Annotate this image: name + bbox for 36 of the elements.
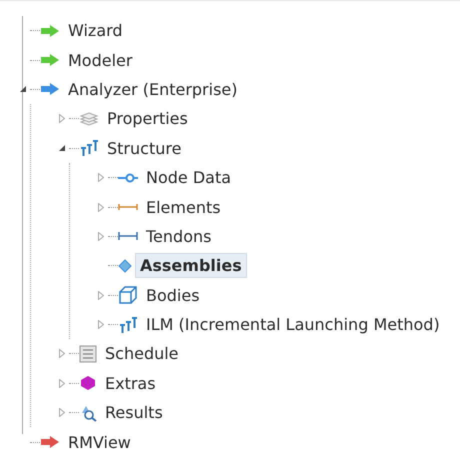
tree-item[interactable]: Tendons [141, 224, 216, 249]
tree-item[interactable]: Extras [100, 370, 161, 396]
tree-item[interactable]: Analyzer (Enterprise) [63, 76, 242, 102]
structure-icon [79, 139, 99, 158]
collapsed-triangle-icon[interactable] [98, 173, 104, 182]
diamond-icon [118, 258, 132, 273]
tree-item[interactable]: Node Data [141, 165, 236, 190]
collapsed-triangle-icon[interactable] [59, 349, 65, 358]
tree-item[interactable]: Elements [141, 194, 226, 220]
collapsed-triangle-icon[interactable] [98, 290, 104, 300]
magnifier-icon [79, 404, 97, 422]
collapsed-triangle-icon[interactable] [59, 408, 65, 418]
expanded-triangle-icon[interactable] [19, 85, 27, 94]
collapsed-triangle-icon[interactable] [98, 232, 104, 241]
tree-item[interactable]: Structure [102, 136, 186, 161]
tree-item[interactable]: Wizard [63, 18, 128, 44]
tree-item[interactable]: RMView [63, 430, 136, 449]
collapsed-triangle-icon[interactable] [98, 202, 104, 212]
layers-icon [79, 110, 99, 127]
collapsed-triangle-icon[interactable] [59, 114, 65, 124]
collapsed-triangle-icon[interactable] [59, 378, 65, 388]
cube-icon [118, 286, 138, 304]
node-icon [118, 172, 138, 183]
tree-item[interactable]: Bodies [141, 282, 205, 308]
structure-icon [118, 316, 138, 334]
gem-icon [79, 375, 97, 392]
collapsed-triangle-icon[interactable] [98, 320, 104, 330]
tree-item[interactable]: ILM (Incremental Launching Method) [141, 312, 445, 338]
tree-item[interactable]: Modeler [63, 48, 138, 73]
tree-item[interactable]: Properties [102, 106, 193, 132]
tree-item[interactable]: Results [100, 400, 168, 426]
tendon-icon [118, 231, 138, 242]
element-icon [118, 202, 138, 212]
tree-item[interactable]: Schedule [100, 341, 184, 366]
tree-item[interactable]: Assemblies [135, 253, 247, 278]
expanded-triangle-icon[interactable] [58, 144, 66, 152]
